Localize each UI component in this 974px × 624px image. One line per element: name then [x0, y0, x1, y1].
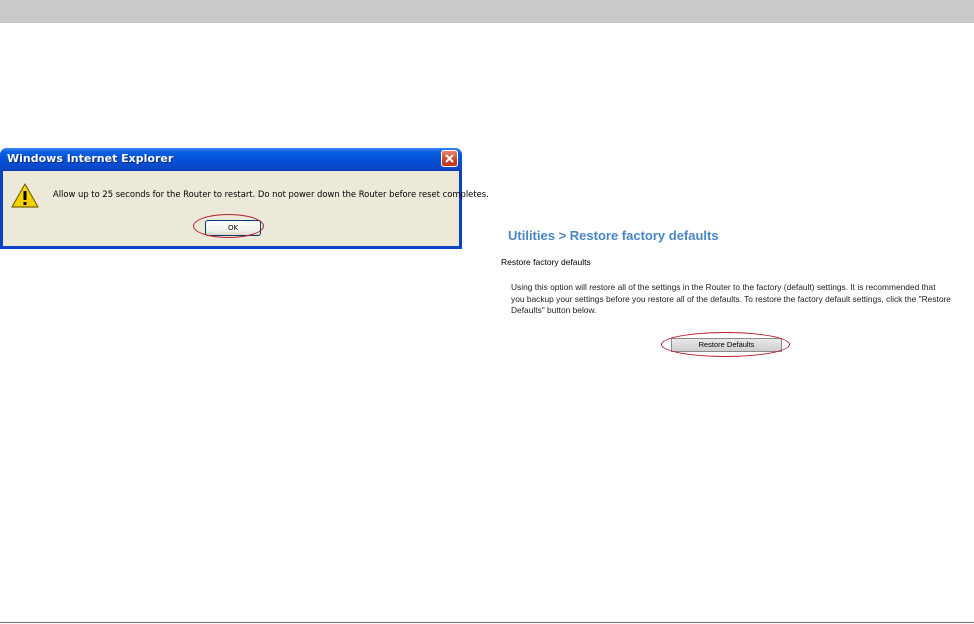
close-button[interactable]	[441, 150, 458, 167]
header-bar	[0, 0, 974, 23]
ok-highlight-circle	[193, 214, 264, 238]
dialog-message: Allow up to 25 seconds for the Router to…	[53, 189, 489, 199]
warning-icon	[11, 183, 39, 208]
restore-highlight-circle	[661, 332, 790, 357]
dialog-title: Windows Internet Explorer	[7, 152, 174, 165]
dialog-titlebar[interactable]: Windows Internet Explorer	[0, 148, 462, 171]
page-title: Utilities > Restore factory defaults	[508, 228, 719, 243]
footer-divider	[0, 622, 974, 623]
section-label: Restore factory defaults	[501, 257, 591, 267]
restore-description: Using this option will restore all of th…	[511, 282, 951, 315]
close-icon	[445, 154, 454, 163]
